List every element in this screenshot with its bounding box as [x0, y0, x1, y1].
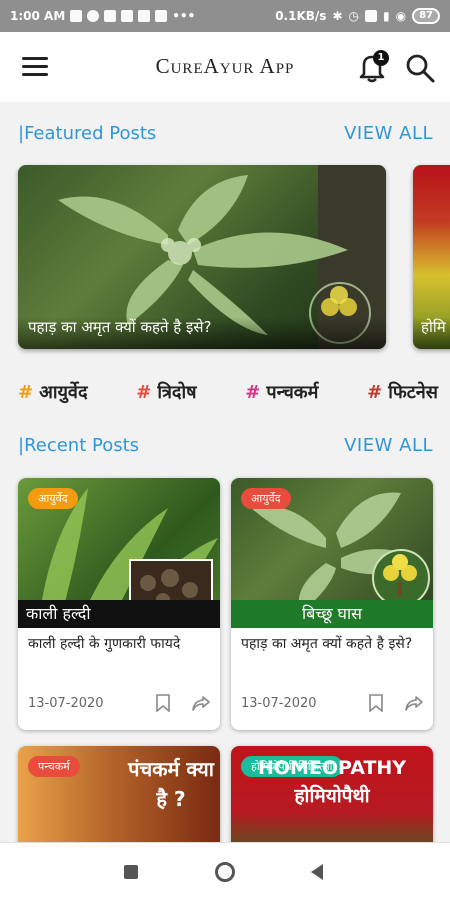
tag-tridosh[interactable]: # त्रिदोष: [136, 380, 196, 410]
nav-back-icon[interactable]: [309, 863, 325, 881]
post-date: 13-07-2020: [241, 695, 317, 711]
status-time: 1:00 AM: [10, 9, 66, 23]
image-banner-text: HOMEOPATHY होमियोपैथी: [257, 757, 407, 807]
post-date: 13-07-2020: [28, 695, 104, 711]
tag-panchakarma[interactable]: # पन्चकर्म: [245, 380, 318, 410]
featured-view-all-link[interactable]: VIEW ALL: [344, 123, 433, 144]
image-banner-text: काली हल्दी: [18, 600, 220, 628]
nettle-image: आयुर्वेद बिच्छू घास: [231, 478, 433, 628]
message-icon: [70, 10, 83, 22]
status-bar: 1:00 AM ••• 0.1KB/s ✱ ◷ ▮ ◉ 87: [0, 0, 450, 32]
recent-post-card[interactable]: आयुर्वेद काली हल्दी काली हल्दी के गुणकार…: [18, 478, 220, 730]
bookmark-icon[interactable]: [369, 694, 383, 712]
featured-card[interactable]: पहाड़ का अमृत क्यों कहते है इसे?: [18, 165, 386, 349]
share-icon[interactable]: [192, 695, 210, 711]
wifi-icon: ◉: [395, 9, 407, 23]
featured-caption-2: होमि: [413, 317, 450, 349]
news-icon-3: [155, 10, 168, 22]
system-nav-bar: [0, 842, 450, 900]
tag-hash: #: [136, 382, 152, 403]
tag-label: आयुर्वेद: [39, 382, 88, 403]
hashtag-row: # आयुर्वेद # त्रिदोष # पन्चकर्म # फिटनेस: [18, 380, 438, 410]
tag-fitness[interactable]: # फिटनेस: [367, 380, 438, 410]
image-banner-text: पंचकर्म क्या है ?: [128, 757, 214, 811]
battery-indicator: 87: [412, 8, 440, 24]
tag-label: पन्चकर्म: [266, 382, 319, 403]
nav-home-icon[interactable]: [215, 862, 235, 882]
whatsapp-icon: [87, 10, 100, 22]
nav-recents-icon[interactable]: [124, 865, 138, 879]
tag-label: फिटनेस: [388, 382, 438, 403]
more-dots: •••: [172, 9, 196, 23]
black-turmeric-image: आयुर्वेद काली हल्दी: [18, 478, 220, 628]
search-icon[interactable]: [404, 52, 436, 84]
featured-card-2[interactable]: होमि: [413, 165, 450, 349]
featured-posts-title: |Featured Posts: [18, 123, 157, 144]
news-icon: [104, 10, 117, 22]
share-icon[interactable]: [405, 695, 423, 711]
post-title: पहाड़ का अमृत क्यों कहते है इसे?: [241, 636, 413, 652]
tag-hash: #: [245, 382, 261, 403]
category-badge: आयुर्वेद: [241, 488, 291, 509]
gallery-icon: [138, 10, 151, 22]
sim-icon: [364, 10, 377, 22]
tag-ayurveda[interactable]: # आयुर्वेद: [18, 380, 88, 410]
tag-hash: #: [367, 382, 383, 403]
featured-caption: पहाड़ का अमृत क्यों कहते है इसे?: [18, 317, 386, 349]
category-badge: पन्चकर्म: [28, 756, 80, 777]
bluetooth-icon: ✱: [332, 9, 343, 23]
net-speed: 0.1KB/s: [275, 9, 327, 23]
bookmark-icon[interactable]: [156, 694, 170, 712]
category-badge: आयुर्वेद: [28, 488, 78, 509]
news-icon-2: [121, 10, 134, 22]
tag-hash: #: [18, 382, 34, 403]
tag-label: त्रिदोष: [157, 382, 197, 403]
alarm-icon: ◷: [348, 9, 359, 23]
recent-post-card[interactable]: आयुर्वेद बिच्छू घास पहाड़ का अमृत क्यों …: [231, 478, 433, 730]
recent-posts-title: |Recent Posts: [18, 435, 140, 456]
signal-icon: ▮: [382, 9, 390, 23]
card-footer: 13-07-2020: [18, 680, 220, 726]
recent-view-all-link[interactable]: VIEW ALL: [344, 435, 433, 456]
image-banner-text: बिच्छू घास: [231, 600, 433, 628]
app-screen: { "status_bar": {"time": "1:00 AM", "net…: [0, 0, 450, 900]
app-bar: CureAyur App 1: [0, 32, 450, 102]
post-title: काली हल्दी के गुणकारी फायदे: [28, 636, 181, 652]
card-footer: 13-07-2020: [231, 680, 433, 726]
notification-badge: 1: [373, 50, 389, 66]
